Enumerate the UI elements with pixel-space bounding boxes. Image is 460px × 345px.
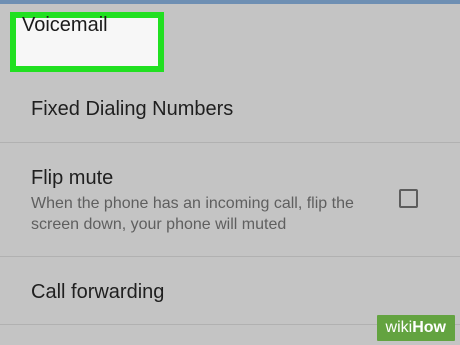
settings-item-flip-mute[interactable]: Flip mute When the phone has an incoming…	[0, 142, 460, 256]
flip-mute-checkbox[interactable]	[399, 189, 418, 208]
settings-list: Voicemail Fixed Dialing Numbers Flip mut…	[0, 0, 460, 345]
fixed-dialing-label: Fixed Dialing Numbers	[31, 98, 234, 120]
voicemail-label: Voicemail	[22, 14, 108, 36]
watermark-text-bold: How	[412, 319, 446, 336]
call-forwarding-label: Call forwarding	[31, 281, 165, 303]
settings-item-voicemail[interactable]: Voicemail	[0, 0, 460, 72]
watermark-text-small: wiki	[385, 319, 413, 336]
settings-item-call-forwarding[interactable]: Call forwarding	[0, 256, 460, 324]
wikihow-watermark: wikiHow	[376, 315, 455, 341]
settings-item-fixed-dialing-numbers[interactable]: Fixed Dialing Numbers	[0, 72, 460, 142]
flip-mute-summary: When the phone has an incoming call, fli…	[31, 195, 354, 233]
flip-mute-label: Flip mute	[31, 167, 114, 189]
